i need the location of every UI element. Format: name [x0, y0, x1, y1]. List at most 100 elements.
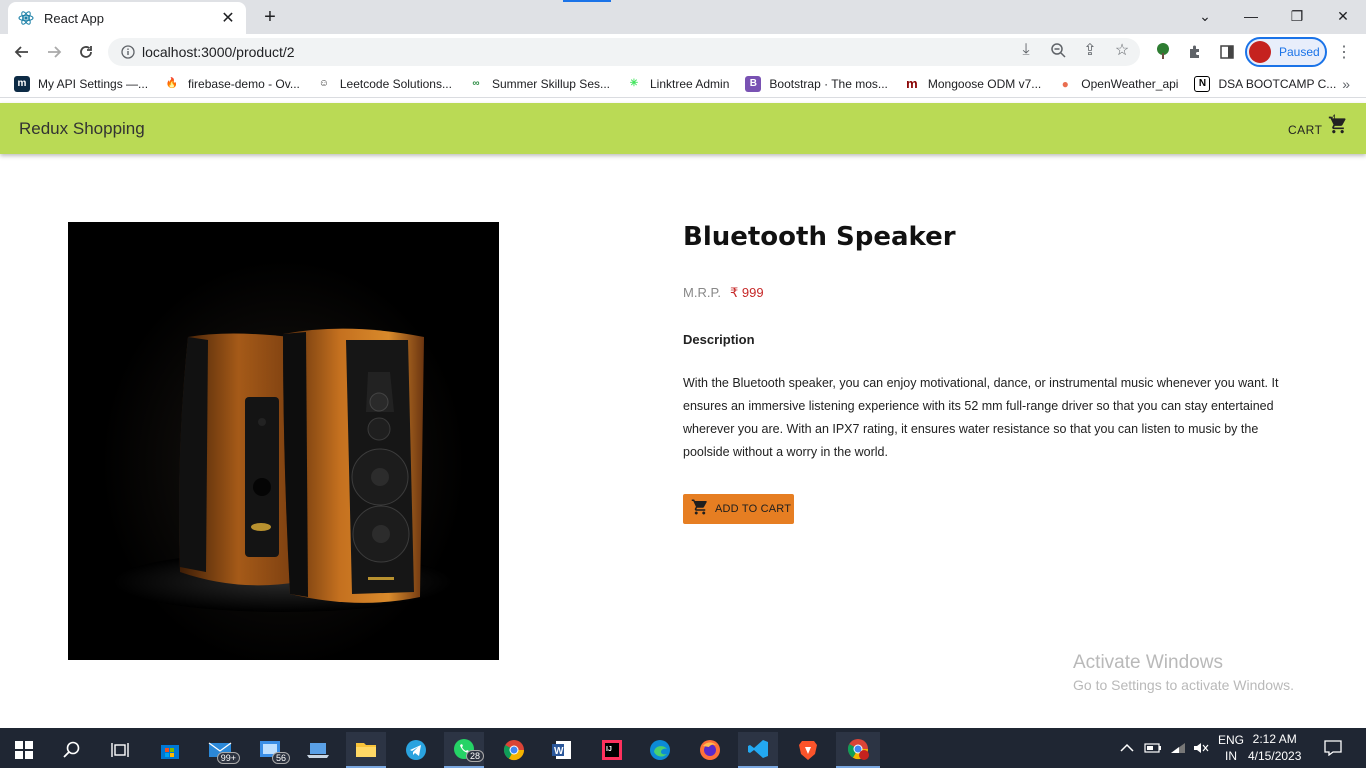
- cart-count-badge: 4: [1331, 113, 1337, 123]
- bookmark-label: Bootstrap · The mos...: [769, 76, 888, 91]
- url-text: localhost:3000/product/2: [142, 44, 295, 60]
- app-badge: 56: [271, 752, 290, 764]
- install-app-icon[interactable]: ⤓: [1016, 40, 1036, 60]
- bookmark-label: OpenWeather_api: [1081, 76, 1179, 91]
- html-extension-icon[interactable]: [1152, 41, 1174, 63]
- bookmark-label: Mongoose ODM v7...: [927, 76, 1042, 91]
- whatsapp-icon[interactable]: 28: [444, 732, 484, 768]
- bookmark-item[interactable]: ● OpenWeather_api: [1057, 75, 1179, 92]
- language-indicator[interactable]: ENG IN: [1218, 728, 1244, 768]
- bookmark-item[interactable]: 🔥 firebase-demo - Ov...: [164, 75, 300, 92]
- forward-arrow-icon[interactable]: [42, 40, 66, 64]
- browser-toolbar: localhost:3000/product/2 ⤓ ⇪ ☆ Paused ⋮: [0, 34, 1366, 70]
- telegram-icon[interactable]: [396, 732, 436, 768]
- add-to-cart-label: ADD TO CART: [715, 503, 792, 515]
- search-icon[interactable]: [52, 732, 92, 768]
- openweather-icon: ●: [1057, 75, 1074, 92]
- laptop-app-icon[interactable]: [298, 732, 338, 768]
- zoom-icon[interactable]: [1048, 40, 1068, 60]
- app-icon-56[interactable]: 56: [250, 732, 290, 768]
- minimize-button[interactable]: —: [1228, 0, 1274, 32]
- microsoft-store-icon[interactable]: [150, 732, 190, 768]
- bookmark-item[interactable]: ∞ Summer Skillup Ses...: [467, 75, 610, 92]
- leetcode-icon: ☺: [315, 75, 332, 92]
- bookmark-item[interactable]: N DSA BOOTCAMP C...: [1194, 75, 1336, 92]
- tab-search-chevron-icon[interactable]: ⌄: [1182, 0, 1228, 32]
- language-code: ENG: [1218, 733, 1245, 747]
- bookmark-label: Linktree Admin: [650, 76, 730, 91]
- cart-link[interactable]: CART 4: [1288, 113, 1348, 140]
- region-code: IN: [1225, 749, 1237, 763]
- bookmark-star-icon[interactable]: ☆: [1112, 40, 1132, 60]
- restore-button[interactable]: ❐: [1274, 0, 1320, 32]
- mrp-label: M.R.P.: [683, 285, 722, 300]
- taskbar-clock[interactable]: 2:12 AM 4/15/2023: [1248, 731, 1301, 765]
- browser-tab-react-app[interactable]: React App ✕: [8, 2, 246, 34]
- battery-icon[interactable]: [1144, 728, 1162, 768]
- app-header: Redux Shopping CART 4: [0, 103, 1366, 154]
- bookmark-item[interactable]: ☺ Leetcode Solutions...: [315, 75, 452, 92]
- bookmark-label: Summer Skillup Ses...: [491, 76, 610, 91]
- firebase-icon: 🔥: [164, 75, 181, 92]
- edge-icon[interactable]: [640, 732, 680, 768]
- volume-muted-icon[interactable]: [1193, 728, 1209, 768]
- activation-watermark-text: Go to Settings to activate Windows.: [1073, 677, 1294, 693]
- task-view-icon[interactable]: [100, 732, 140, 768]
- bookmark-item[interactable]: B Bootstrap · The mos...: [745, 75, 888, 92]
- tab-loading-indicator: [563, 0, 611, 2]
- tab-title: React App: [44, 10, 104, 26]
- react-favicon-icon: [18, 10, 34, 26]
- close-window-button[interactable]: ✕: [1320, 0, 1366, 32]
- clock-time: 2:12 AM: [1252, 732, 1297, 746]
- mail-badge: 99+: [216, 752, 240, 764]
- wifi-icon[interactable]: [1170, 728, 1186, 768]
- browser-menu-icon[interactable]: ⋮: [1336, 42, 1352, 62]
- intellij-icon[interactable]: IJ: [592, 732, 632, 768]
- back-arrow-icon[interactable]: [10, 40, 34, 64]
- brave-icon[interactable]: [788, 732, 828, 768]
- file-explorer-icon[interactable]: [346, 732, 386, 768]
- word-icon[interactable]: W: [542, 732, 582, 768]
- mail-icon[interactable]: 99+: [200, 732, 240, 768]
- bookmark-label: My API Settings —...: [38, 76, 149, 91]
- chrome-icon[interactable]: [494, 732, 534, 768]
- show-hidden-icons-chevron-icon[interactable]: [1120, 728, 1134, 768]
- product-price: ₹ 999: [730, 285, 764, 300]
- profile-status: Paused: [1279, 45, 1320, 59]
- api-settings-icon: m: [14, 75, 30, 92]
- bookmark-item[interactable]: m Mongoose ODM v7...: [903, 75, 1042, 92]
- address-bar[interactable]: localhost:3000/product/2: [108, 38, 1140, 66]
- vscode-icon[interactable]: [738, 732, 778, 768]
- bookmark-label: Leetcode Solutions...: [339, 76, 452, 91]
- geeksforgeeks-icon: ∞: [467, 75, 484, 92]
- bookmark-item[interactable]: ✳ Linktree Admin: [626, 75, 730, 92]
- mongoose-icon: m: [903, 75, 920, 92]
- svg-text:W: W: [554, 746, 564, 757]
- side-panel-icon[interactable]: [1216, 41, 1238, 63]
- cart-label: CART: [1288, 122, 1323, 137]
- site-info-icon[interactable]: [120, 44, 136, 60]
- reload-icon[interactable]: [74, 40, 98, 64]
- add-cart-icon: [691, 498, 709, 521]
- notifications-icon[interactable]: [1324, 728, 1342, 768]
- new-tab-button[interactable]: +: [256, 5, 284, 29]
- product-title: Bluetooth Speaker: [683, 222, 956, 252]
- add-to-cart-button[interactable]: ADD TO CART: [683, 494, 794, 524]
- chrome-active-icon[interactable]: [836, 732, 880, 768]
- windows-start-icon[interactable]: [4, 732, 44, 768]
- more-bookmarks-icon[interactable]: »: [1342, 76, 1350, 92]
- clock-date: 4/15/2023: [1248, 749, 1302, 763]
- svg-text:IJ: IJ: [606, 746, 612, 753]
- tab-close-icon[interactable]: ✕: [220, 8, 236, 28]
- profile-paused-button[interactable]: Paused: [1245, 37, 1327, 67]
- bookmark-label: firebase-demo - Ov...: [188, 76, 300, 91]
- app-brand[interactable]: Redux Shopping: [19, 119, 145, 139]
- bookmark-item[interactable]: m My API Settings —...: [14, 75, 149, 92]
- firefox-icon[interactable]: [690, 732, 730, 768]
- share-icon[interactable]: ⇪: [1080, 40, 1100, 60]
- extensions-puzzle-icon[interactable]: [1184, 41, 1206, 63]
- avatar: [1249, 41, 1271, 63]
- description-heading: Description: [683, 332, 755, 347]
- activation-watermark-title: Activate Windows: [1073, 652, 1223, 673]
- whatsapp-badge: 28: [465, 750, 484, 762]
